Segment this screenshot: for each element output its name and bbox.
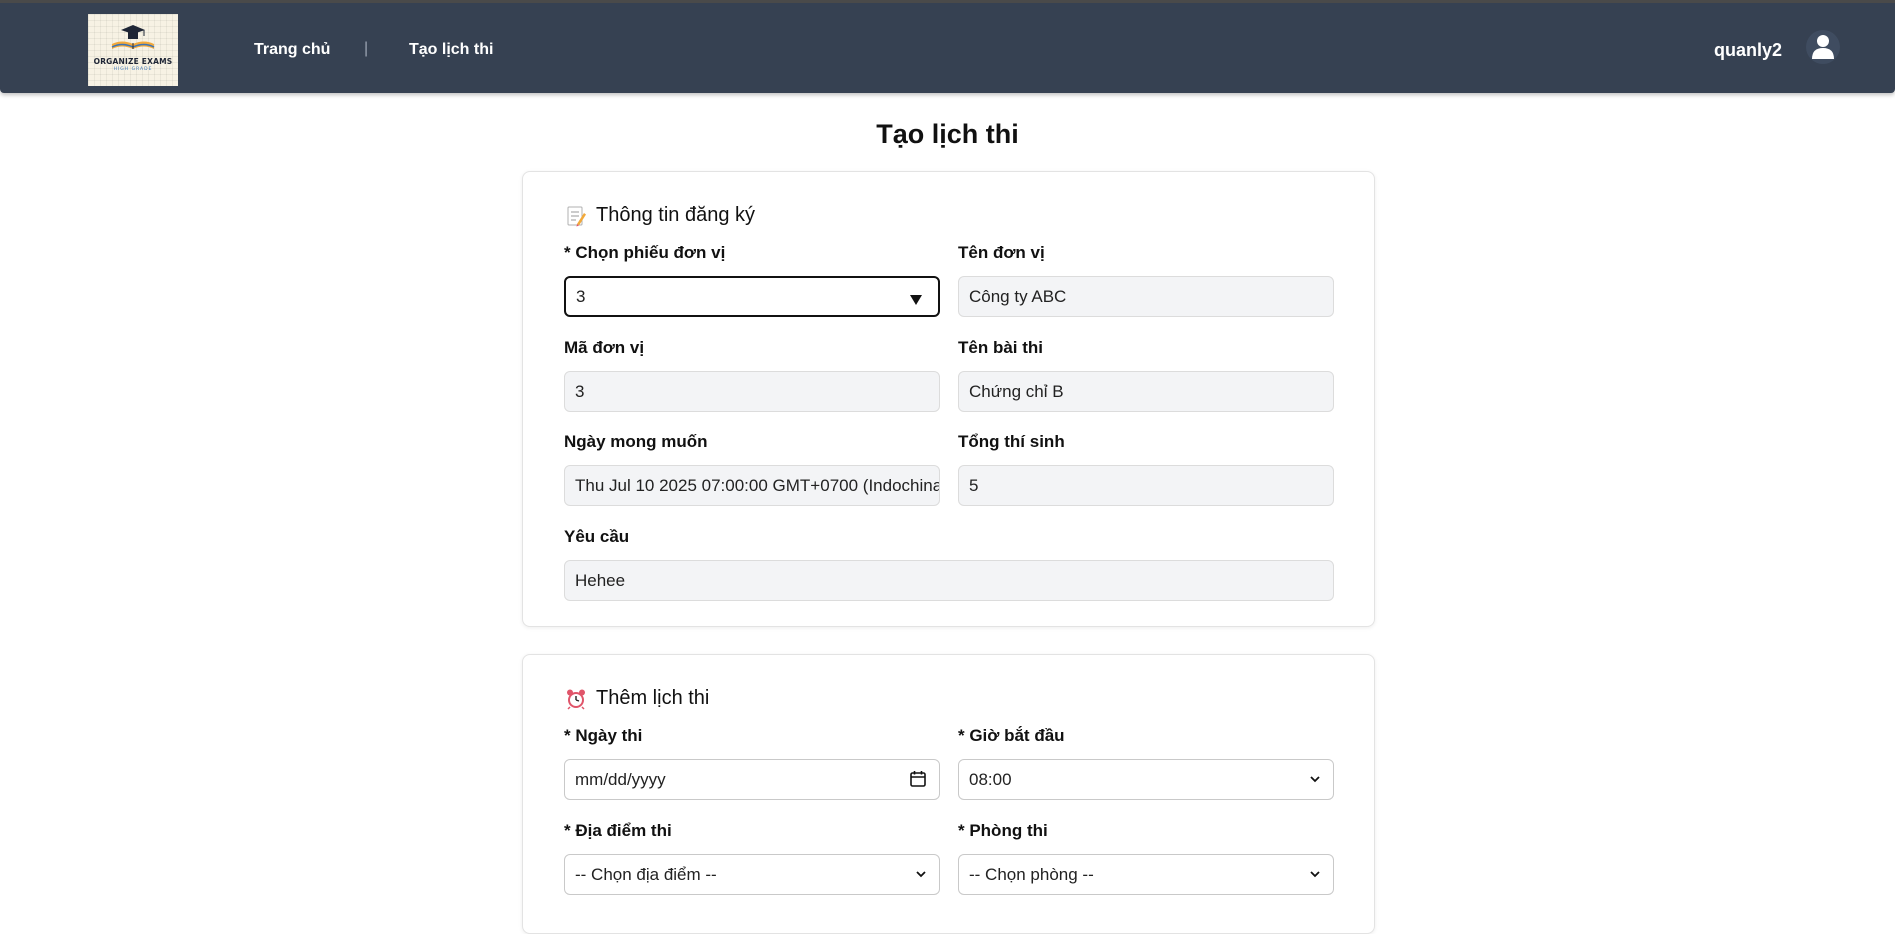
chevron-down-icon <box>916 871 926 878</box>
desired-date-label: Ngày mong muốn <box>564 432 708 451</box>
total-candidates-field[interactable]: 5 <box>958 465 1334 506</box>
calendar-icon[interactable] <box>909 770 927 788</box>
add-schedule-heading: Thêm lịch thi <box>565 687 709 710</box>
room-select[interactable]: -- Chọn phòng -- <box>958 854 1334 895</box>
graduation-book-icon <box>111 25 155 49</box>
desired-date-value: Thu Jul 10 2025 07:00:00 GMT+0700 (Indoc… <box>575 475 940 495</box>
unit-name-value: Công ty ABC <box>969 286 1067 306</box>
exam-name-value: Chứng chỉ B <box>969 381 1064 401</box>
dropdown-arrow-icon <box>910 295 922 305</box>
user-avatar-button[interactable] <box>1806 30 1840 64</box>
nav-separator: | <box>364 40 369 57</box>
location-value: -- Chọn địa điểm -- <box>575 864 717 884</box>
top-navbar: ORGANIZE EXAMS HIGH GRADE Trang chủ | Tạ… <box>0 0 1895 93</box>
exam-date-label: * Ngày thi <box>564 726 643 745</box>
registration-info-heading: Thông tin đăng ký <box>565 204 755 227</box>
start-time-value: 08:00 <box>969 769 1012 789</box>
chevron-down-icon <box>1310 776 1320 783</box>
user-icon <box>1812 35 1834 59</box>
memo-icon <box>565 205 587 227</box>
username-label[interactable]: quanly2 <box>1714 40 1782 61</box>
logo-title: ORGANIZE EXAMS <box>93 57 173 66</box>
unit-form-value: 3 <box>576 286 586 306</box>
add-schedule-card: Thêm lịch thi * Ngày thi mm/dd/yyyy * Gi… <box>522 654 1375 934</box>
requirement-value: Hehee <box>575 570 626 590</box>
requirement-field[interactable]: Hehee <box>564 560 1334 601</box>
total-candidates-label: Tổng thí sinh <box>958 432 1065 451</box>
start-time-select[interactable]: 08:00 <box>958 759 1334 800</box>
registration-info-card: Thông tin đăng ký * Chọn phiếu đơn vị 3 … <box>522 171 1375 627</box>
unit-code-label: Mã đơn vị <box>564 338 645 357</box>
chevron-down-icon <box>1310 871 1320 878</box>
exam-name-label: Tên bài thi <box>958 338 1043 357</box>
logo-subtitle: HIGH GRADE <box>113 67 153 72</box>
unit-name-label: Tên đơn vị <box>958 243 1045 262</box>
registration-info-heading-text: Thông tin đăng ký <box>596 204 755 226</box>
nav-link-home[interactable]: Trang chủ <box>254 41 330 59</box>
unit-name-field[interactable]: Công ty ABC <box>958 276 1334 317</box>
add-schedule-heading-text: Thêm lịch thi <box>596 687 710 709</box>
exam-name-field[interactable]: Chứng chỉ B <box>958 371 1334 412</box>
alarm-clock-icon <box>565 688 587 710</box>
total-candidates-value: 5 <box>969 475 979 495</box>
desired-date-field[interactable]: Thu Jul 10 2025 07:00:00 GMT+0700 (Indoc… <box>564 465 940 506</box>
unit-form-label: * Chọn phiếu đơn vị <box>564 243 726 262</box>
page-title: Tạo lịch thi <box>876 119 1019 149</box>
exam-date-input[interactable]: mm/dd/yyyy <box>564 759 940 800</box>
room-value: -- Chọn phòng -- <box>969 864 1094 884</box>
location-select[interactable]: -- Chọn địa điểm -- <box>564 854 940 895</box>
exam-date-placeholder: mm/dd/yyyy <box>575 769 666 789</box>
unit-form-select[interactable]: 3 <box>564 276 940 317</box>
requirement-label: Yêu cầu <box>564 527 630 546</box>
start-time-label: * Giờ bắt đầu <box>958 726 1065 745</box>
unit-code-value: 3 <box>575 381 585 401</box>
nav-link-create-schedule[interactable]: Tạo lịch thi <box>409 41 493 59</box>
room-label: * Phòng thi <box>958 821 1048 840</box>
location-label: * Địa điểm thi <box>564 821 672 840</box>
unit-code-field[interactable]: 3 <box>564 371 940 412</box>
organize-exams-logo[interactable]: ORGANIZE EXAMS HIGH GRADE <box>88 14 178 86</box>
